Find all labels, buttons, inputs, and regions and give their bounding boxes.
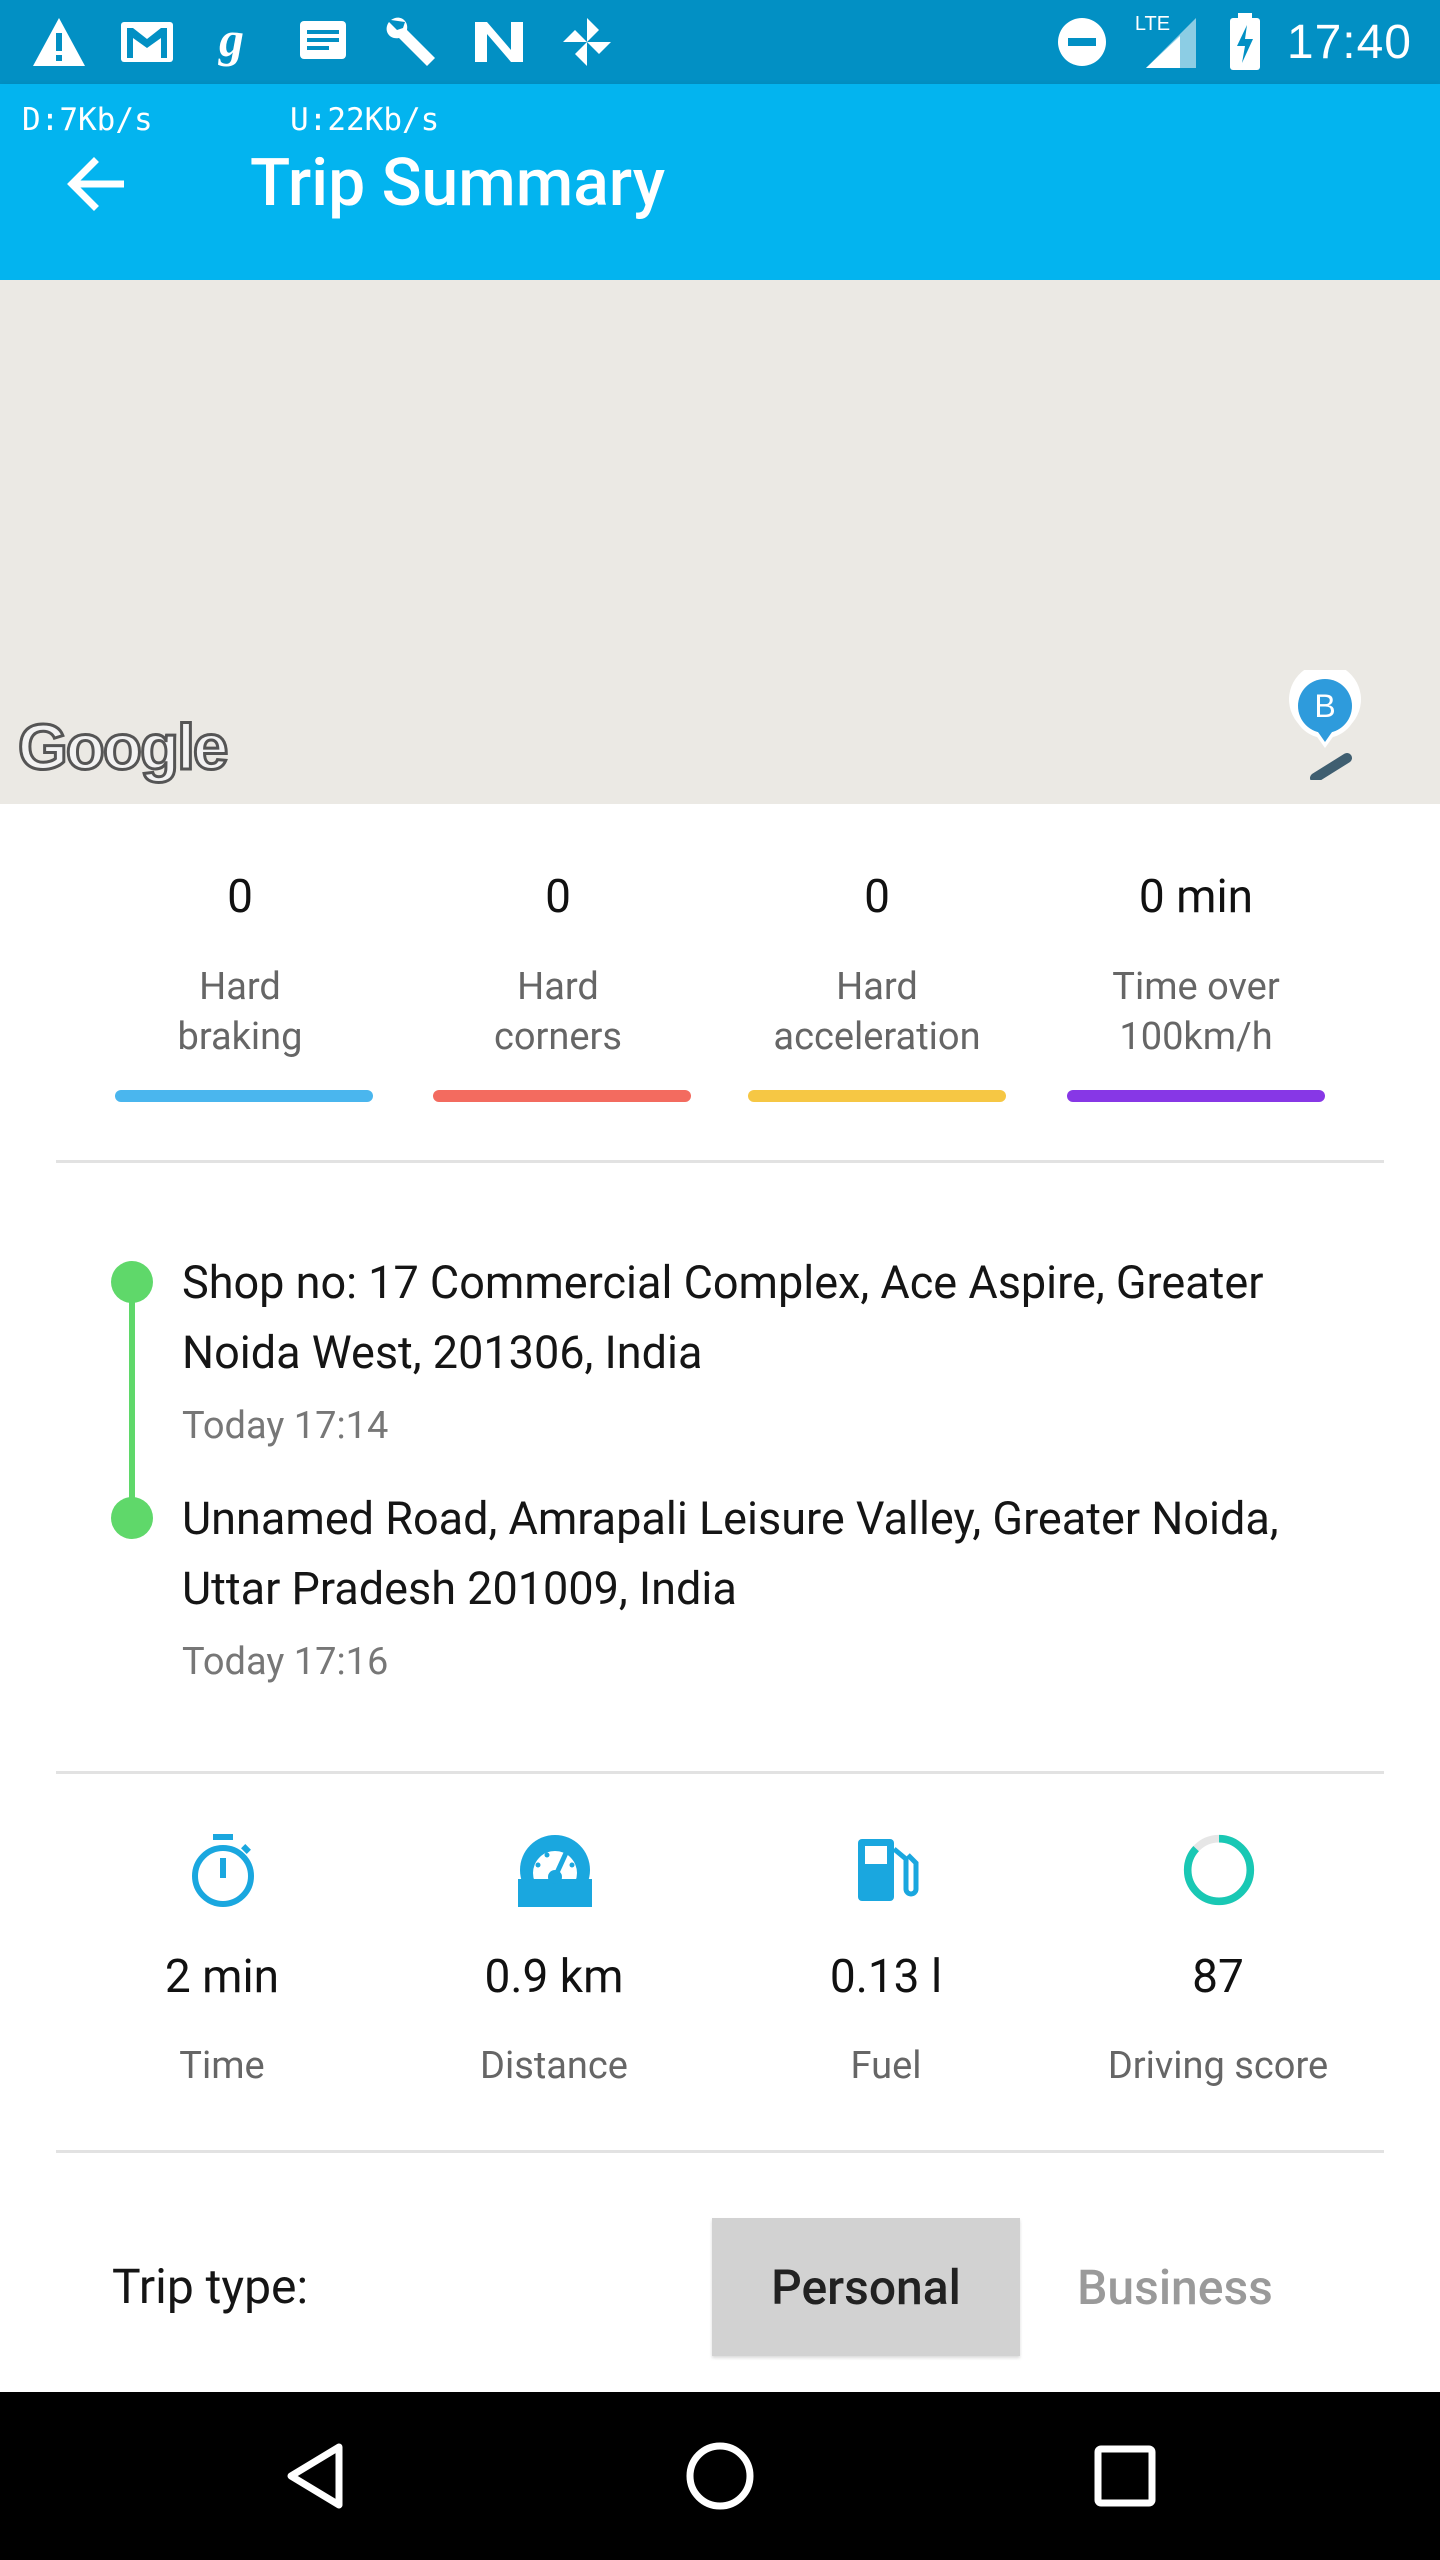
- app-bar: D:7Kb/s U:22Kb/s Trip Summary: [0, 84, 1440, 280]
- recents-nav-icon[interactable]: [1075, 2426, 1175, 2526]
- end-point-dot: [111, 1497, 153, 1539]
- stat-value: 87: [1192, 1950, 1244, 2004]
- divider: [56, 2150, 1384, 2153]
- event-color-bar: [1067, 1090, 1325, 1102]
- do-not-disturb-icon: [1053, 13, 1111, 71]
- stat-label: Fuel: [850, 2044, 922, 2088]
- event-label: Hard acceleration: [773, 965, 981, 1059]
- business-option-button[interactable]: Business: [1040, 2218, 1310, 2356]
- start-time: Today 17:14: [182, 1404, 389, 1448]
- stat-value: 2 min: [164, 1950, 280, 2004]
- driving-events: 0 Hard braking 0 Hard corners 0 Hard accele…: [0, 804, 1440, 1162]
- stat-value: 0.9 km: [484, 1950, 624, 2004]
- trip-type-label: Trip type:: [112, 2258, 309, 2315]
- trip-map[interactable]: Google B: [0, 280, 1440, 804]
- personal-option-button[interactable]: Personal: [712, 2218, 1020, 2356]
- speedometer-icon: [518, 1830, 592, 1910]
- stopwatch-icon: [186, 1830, 260, 1910]
- event-count: 0: [227, 870, 253, 924]
- page-title: Trip Summary: [250, 145, 666, 222]
- download-speed: D:7Kb/s: [22, 102, 153, 138]
- svg-text:g: g: [218, 14, 244, 67]
- system-nav-bar: [0, 2392, 1440, 2560]
- event-count: 0: [864, 870, 890, 924]
- end-point-marker-icon[interactable]: B: [1285, 670, 1365, 780]
- end-address: Unnamed Road, Amrapali Leisure Valley, G…: [182, 1492, 1279, 1615]
- status-indicators: LTE 17:40: [1053, 10, 1412, 74]
- stat-value: 0.13 l: [829, 1950, 943, 2004]
- wrench-icon: [382, 13, 440, 71]
- gmail-icon: [118, 13, 176, 71]
- g-app-icon: g: [206, 13, 264, 71]
- stat-label: Time: [179, 2044, 265, 2088]
- message-icon: [294, 13, 352, 71]
- event-label: Hard braking: [177, 965, 303, 1059]
- warning-icon: [30, 13, 88, 71]
- battery-charging-icon: [1225, 13, 1265, 71]
- end-time: Today 17:16: [182, 1640, 389, 1684]
- event-color-bar: [748, 1090, 1006, 1102]
- event-label: Hard corners: [493, 965, 623, 1059]
- status-bar: g LTE 17:40: [0, 0, 1440, 84]
- divider: [56, 1771, 1384, 1774]
- event-label: Time over 100km/h: [1112, 965, 1280, 1059]
- home-nav-icon[interactable]: [670, 2426, 770, 2526]
- event-color-bar: [433, 1090, 691, 1102]
- marker-label: B: [1314, 688, 1335, 724]
- start-point-dot: [111, 1261, 153, 1303]
- notification-icons: g: [30, 10, 616, 74]
- clock: 17:40: [1286, 15, 1412, 69]
- start-address: Shop no: 17 Commercial Complex, Ace Aspi…: [182, 1256, 1264, 1379]
- back-button[interactable]: [56, 144, 136, 224]
- fuel-pump-icon: [850, 1830, 924, 1910]
- upload-speed: U:22Kb/s: [290, 102, 440, 138]
- event-count: 0 min: [1138, 870, 1254, 924]
- stat-label: Distance: [480, 2044, 628, 2088]
- score-ring-icon: [1182, 1830, 1256, 1910]
- arrow-left-icon: [67, 157, 124, 211]
- event-count: 0: [545, 870, 571, 924]
- n-app-icon: [470, 13, 528, 71]
- network-type-label: LTE: [1134, 13, 1171, 35]
- signal-icon: LTE: [1133, 13, 1203, 71]
- google-logo: Google: [16, 710, 229, 785]
- route-line: [129, 1282, 135, 1518]
- back-nav-icon[interactable]: [265, 2426, 365, 2526]
- divider: [56, 1160, 1384, 1163]
- pinwheel-icon: [558, 13, 616, 71]
- event-color-bar: [115, 1090, 373, 1102]
- stat-label: Driving score: [1107, 2044, 1329, 2088]
